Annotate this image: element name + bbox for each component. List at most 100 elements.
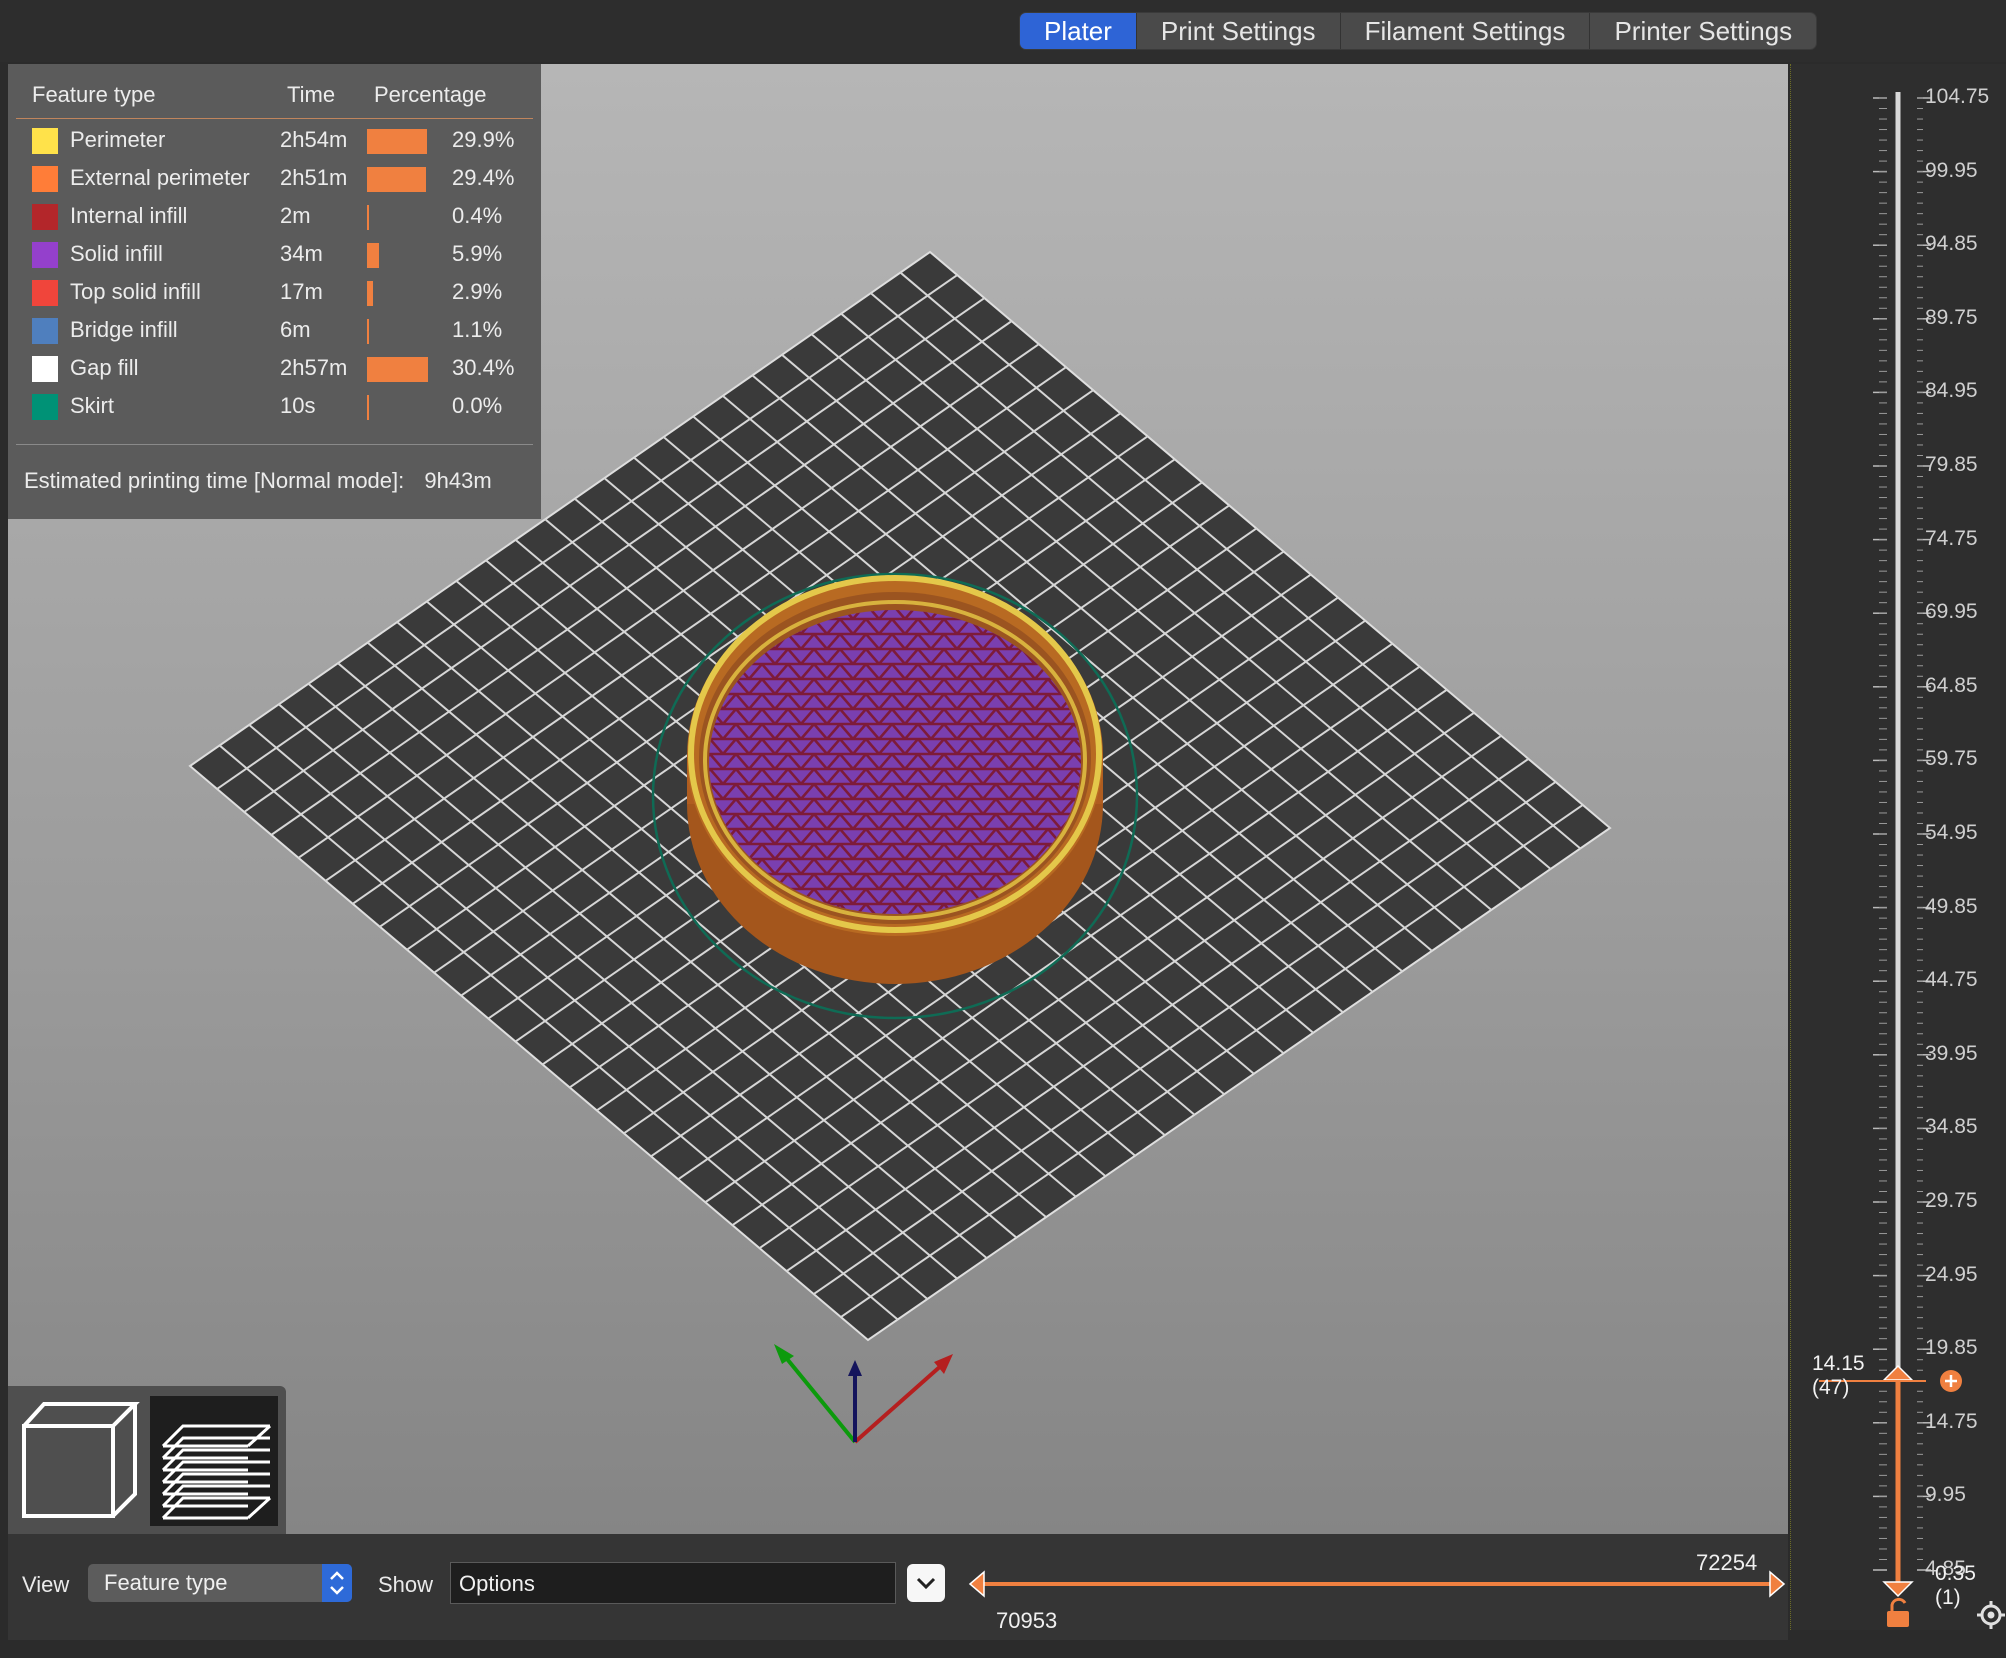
feature-name: Internal infill xyxy=(70,203,188,228)
layer-tick-label: 69.95 xyxy=(1925,600,1978,624)
legend-row: Internal infill 2m 0.4% xyxy=(24,202,534,232)
layer-tick-label: 104.75 xyxy=(1925,85,1990,108)
layer-tick-label: 74.75 xyxy=(1925,526,1978,550)
feature-name: Gap fill xyxy=(70,355,139,380)
legend-divider xyxy=(16,118,533,119)
axes-gizmo xyxy=(774,1344,953,1444)
feature-time: 2h51m xyxy=(280,165,348,190)
cube-icon[interactable] xyxy=(22,1402,140,1518)
layer-tick-label: 24.95 xyxy=(1925,1262,1978,1286)
feature-percentage: 0.0% xyxy=(452,393,503,418)
color-swatch xyxy=(32,204,58,230)
layer-tick-label: 54.95 xyxy=(1925,821,1978,844)
layers-icon[interactable] xyxy=(150,1396,278,1526)
top-bar: Plater Print Settings Filament Settings … xyxy=(0,0,2006,62)
feature-name: Top solid infill xyxy=(70,279,201,304)
move-min-value: 70953 xyxy=(996,1608,1058,1633)
percentage-bar xyxy=(367,129,427,154)
show-options-value: Options xyxy=(459,1571,535,1596)
main-tabs: Plater Print Settings Filament Settings … xyxy=(1019,12,1818,50)
layer-tick-label: 14.75 xyxy=(1925,1409,1978,1433)
upper-layer-number: (47) xyxy=(1812,1376,1850,1399)
layer-tick-label: 59.75 xyxy=(1925,747,1978,771)
lower-layer-height: 0.35 xyxy=(1935,1562,1976,1585)
header-feature-type: Feature type xyxy=(32,82,156,107)
percentage-bar xyxy=(367,395,369,420)
feature-percentage: 5.9% xyxy=(452,241,503,266)
gcode-move-slider[interactable]: 72254 70953 xyxy=(968,1550,1788,1634)
percentage-bar xyxy=(367,319,370,344)
layer-tick-label: 49.85 xyxy=(1925,894,1978,918)
legend-row: Skirt 10s 0.0% xyxy=(24,392,534,422)
legend-row: Solid infill 34m 5.9% xyxy=(24,240,534,270)
legend-header: Feature type Time Percentage xyxy=(24,82,534,112)
chevron-updown-icon xyxy=(322,1564,352,1602)
upper-layer-height: 14.15 xyxy=(1812,1352,1865,1375)
lock-icon[interactable] xyxy=(1887,1597,1909,1627)
feature-percentage: 0.4% xyxy=(452,203,503,228)
percentage-bar xyxy=(367,281,373,306)
estimated-time: Estimated printing time [Normal mode]: 9… xyxy=(24,468,492,494)
feature-percentage: 29.4% xyxy=(452,165,515,190)
legend-row: Top solid infill 17m 2.9% xyxy=(24,278,534,308)
legend-row: External perimeter 2h51m 29.4% xyxy=(24,164,534,194)
color-swatch xyxy=(32,318,58,344)
show-label: Show xyxy=(378,1572,434,1597)
view-mode-toolbar xyxy=(8,1386,286,1534)
legend-row: Perimeter 2h54m 29.9% xyxy=(24,126,534,156)
feature-time: 34m xyxy=(280,241,323,266)
tab-plater[interactable]: Plater xyxy=(1020,13,1137,49)
color-swatch xyxy=(32,128,58,154)
feature-name: External perimeter xyxy=(70,165,250,190)
layer-tick-label: 39.95 xyxy=(1925,1041,1978,1065)
layer-tick-label: 44.75 xyxy=(1925,968,1978,992)
feature-percentage: 30.4% xyxy=(452,355,515,380)
color-swatch xyxy=(32,356,58,382)
percentage-bar xyxy=(367,357,428,382)
move-max-value: 72254 xyxy=(1696,1550,1758,1575)
legend-row: Bridge infill 6m 1.1% xyxy=(24,316,534,346)
tab-filament-settings[interactable]: Filament Settings xyxy=(1341,13,1591,49)
bottom-toolbar: View Feature type Show Options 72254 709… xyxy=(8,1534,1788,1640)
view-type-select[interactable]: Feature type xyxy=(88,1564,352,1602)
estimate-label: Estimated printing time [Normal mode]: xyxy=(24,468,405,493)
feature-time: 2h54m xyxy=(280,127,348,152)
layer-tick-label: 94.85 xyxy=(1925,232,1978,256)
legend-row: Gap fill 2h57m 30.4% xyxy=(24,354,534,384)
color-swatch xyxy=(32,242,58,268)
color-swatch xyxy=(32,394,58,420)
feature-percentage: 1.1% xyxy=(452,317,503,342)
view-type-value: Feature type xyxy=(104,1570,228,1595)
feature-time: 2h57m xyxy=(280,355,348,380)
feature-percentage: 2.9% xyxy=(452,279,503,304)
feature-time: 10s xyxy=(280,393,316,418)
upper-thumb[interactable] xyxy=(1882,1364,1914,1381)
slider-upper-thumb[interactable] xyxy=(1769,1570,1786,1598)
estimate-value: 9h43m xyxy=(424,468,492,493)
feature-name: Skirt xyxy=(70,393,114,418)
tab-printer-settings[interactable]: Printer Settings xyxy=(1590,13,1816,49)
color-swatch xyxy=(32,166,58,192)
lower-layer-number: (1) xyxy=(1935,1586,1961,1609)
lower-thumb[interactable] xyxy=(1882,1581,1914,1598)
feature-name: Solid infill xyxy=(70,241,163,266)
tab-print-settings[interactable]: Print Settings xyxy=(1137,13,1341,49)
show-options-combo[interactable]: Options xyxy=(450,1562,896,1604)
add-color-change-icon[interactable] xyxy=(1940,1370,1962,1392)
layer-tick-label: 29.75 xyxy=(1925,1189,1978,1212)
header-percentage: Percentage xyxy=(374,82,487,107)
gear-icon[interactable] xyxy=(1977,1601,2005,1629)
percentage-bar xyxy=(367,205,369,230)
layer-tick-label: 84.95 xyxy=(1925,379,1978,403)
legend-panel: Feature type Time Percentage Perimeter 2h… xyxy=(8,64,541,519)
show-options-dropdown-button[interactable] xyxy=(907,1564,945,1602)
layer-slider-panel: 104.75 99.95 94.85 89.75 84.95 79.85 74.75 69.9… xyxy=(1790,64,2006,1630)
chevron-down-icon xyxy=(916,1577,936,1590)
percentage-bar xyxy=(367,167,426,192)
layer-tick-label: 89.75 xyxy=(1925,305,1978,329)
feature-time: 2m xyxy=(280,203,311,228)
layer-tick-label: 64.85 xyxy=(1925,673,1978,697)
layer-tick-label: 79.85 xyxy=(1925,453,1978,476)
legend-divider xyxy=(16,444,533,445)
slider-lower-thumb[interactable] xyxy=(968,1570,985,1598)
